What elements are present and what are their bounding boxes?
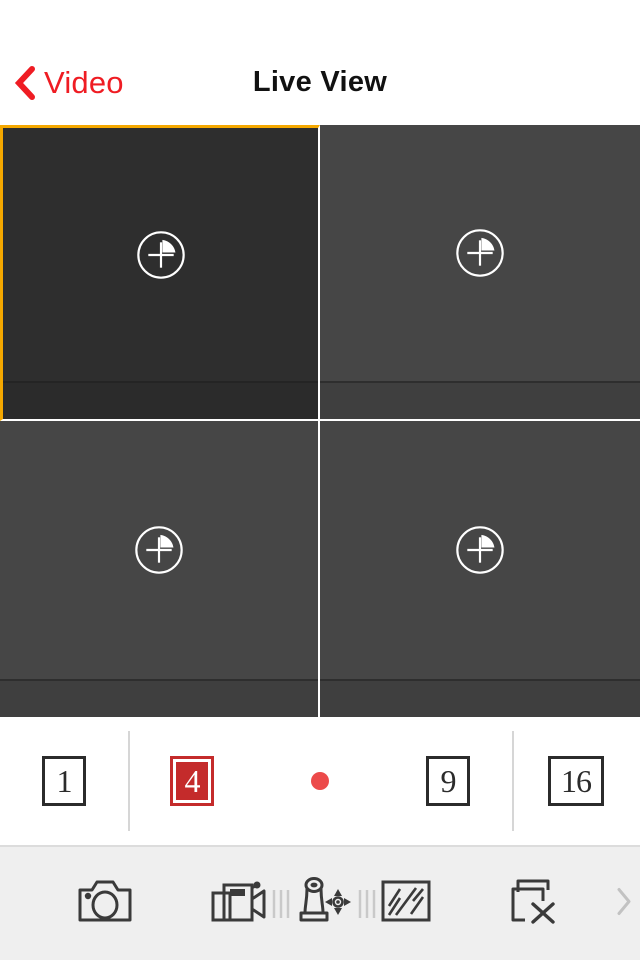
layout-selector-bar: 1 4 9 16 bbox=[0, 717, 640, 845]
video-cell-1[interactable] bbox=[0, 125, 320, 421]
record-button[interactable] bbox=[210, 877, 268, 930]
video-cell-4-content bbox=[320, 421, 640, 679]
layout-slot-16: 16 bbox=[512, 717, 640, 845]
ptz-button[interactable] bbox=[294, 875, 354, 932]
video-cell-3[interactable] bbox=[0, 421, 320, 717]
layout-slot-4: 4 bbox=[128, 717, 256, 845]
ptz-joystick-icon bbox=[294, 875, 354, 932]
stripes-square-icon bbox=[380, 878, 432, 929]
video-cell-1-content bbox=[3, 128, 318, 381]
video-cell-3-content bbox=[0, 421, 318, 679]
layout-slot-record bbox=[256, 717, 384, 845]
bottom-toolbar bbox=[0, 845, 640, 960]
add-camera-icon[interactable] bbox=[451, 521, 509, 579]
add-camera-icon[interactable] bbox=[132, 226, 190, 284]
record-dot-icon[interactable] bbox=[311, 772, 329, 790]
layout-slot-1: 1 bbox=[0, 717, 128, 845]
video-cell-4[interactable] bbox=[320, 421, 640, 717]
chevron-left-icon bbox=[14, 65, 36, 101]
image-quality-button[interactable] bbox=[380, 878, 432, 929]
back-button-label: Video bbox=[44, 65, 124, 100]
status-bar bbox=[0, 0, 640, 40]
chevron-right-icon bbox=[612, 887, 636, 925]
toolbar-more-button[interactable] bbox=[612, 881, 636, 926]
layout-9-button[interactable]: 9 bbox=[426, 756, 470, 806]
layout-slot-9: 9 bbox=[384, 717, 512, 845]
close-windows-icon bbox=[509, 876, 563, 931]
layout-4-button[interactable]: 4 bbox=[170, 756, 214, 806]
layout-16-button[interactable]: 16 bbox=[548, 756, 604, 806]
add-camera-icon[interactable] bbox=[130, 521, 188, 579]
toolbar-separator-1 bbox=[268, 887, 294, 921]
camcorder-icon bbox=[210, 877, 268, 930]
back-button[interactable]: Video bbox=[14, 65, 124, 101]
navigation-bar: Video Live View bbox=[0, 40, 640, 125]
close-all-button[interactable] bbox=[509, 876, 563, 931]
snapshot-button[interactable] bbox=[77, 878, 133, 929]
video-cell-2-content bbox=[320, 125, 640, 381]
camera-icon bbox=[77, 878, 133, 929]
live-view-grid bbox=[0, 125, 640, 717]
video-cell-2[interactable] bbox=[320, 125, 640, 421]
add-camera-icon[interactable] bbox=[451, 224, 509, 282]
toolbar-separator-2 bbox=[354, 887, 380, 921]
layout-1-button[interactable]: 1 bbox=[42, 756, 86, 806]
